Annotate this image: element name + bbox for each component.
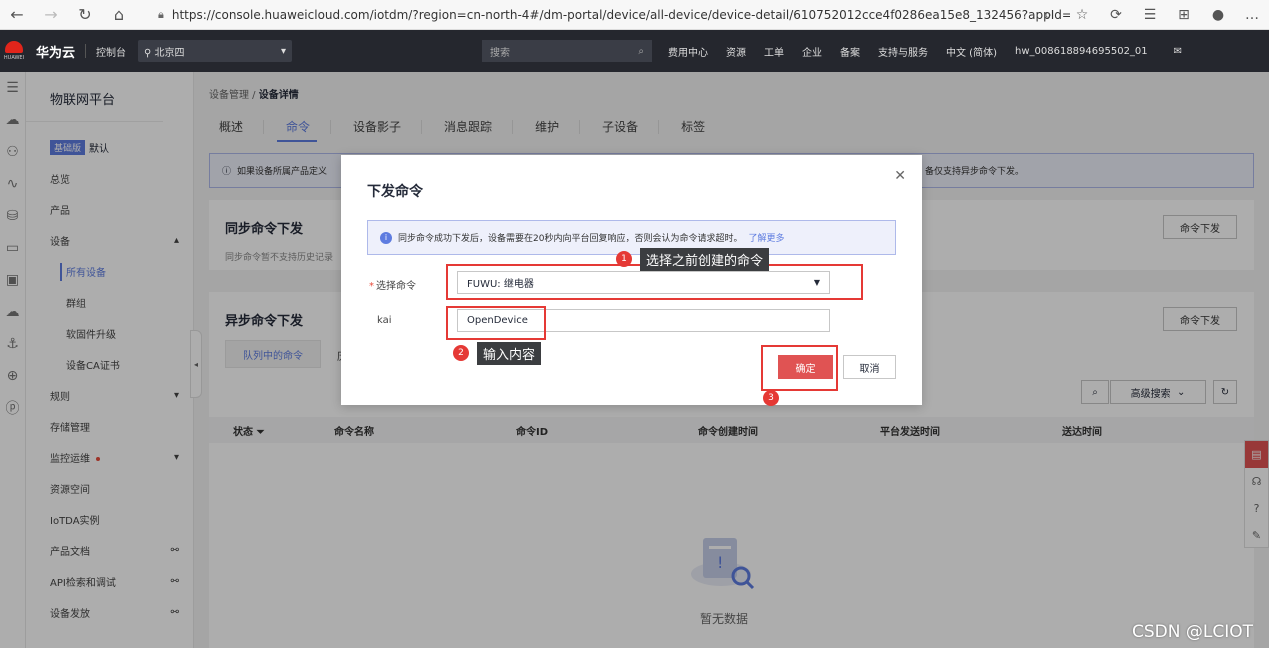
annotation-badge-1: 1	[616, 251, 632, 267]
watermark: CSDN @LCIOT	[1132, 622, 1253, 642]
search-input[interactable]: 搜索 ⌕	[482, 40, 652, 62]
mail-icon[interactable]: ✉	[1174, 46, 1182, 57]
select-command-label: * 选择命令	[369, 281, 416, 292]
browser-toolbar: ← → ↻ ⌂ 🔒︎ https://console.huaweicloud.c…	[0, 0, 1269, 30]
menu-enterprise[interactable]: 企业	[802, 44, 822, 59]
dialog-title: 下发命令	[367, 184, 423, 200]
dialog-info-text: 同步命令成功下发后，设备需要在20秒内向平台回复响应，否则会认为命令请求超时。	[398, 234, 743, 244]
menu-support[interactable]: 支持与服务	[878, 44, 928, 59]
region-label: 北京四	[154, 47, 185, 59]
annotation-box-input	[446, 306, 546, 340]
annotation-callout-1: 选择之前创建的命令	[640, 248, 770, 271]
menu-icp[interactable]: 备案	[840, 44, 860, 59]
address-bar[interactable]: 🔒︎ https://console.huaweicloud.com/iotdm…	[150, 3, 1070, 27]
favorites-icon[interactable]: ☰	[1133, 7, 1167, 23]
menu-resources[interactable]: 资源	[726, 44, 746, 59]
menu-billing[interactable]: 费用中心	[668, 44, 708, 59]
favorite-icon[interactable]: ☆	[1065, 7, 1099, 23]
annotation-box-confirm	[761, 345, 838, 391]
annotation-badge-2: 2	[453, 345, 469, 361]
location-icon: ⚲	[144, 47, 152, 59]
menu-language[interactable]: 中文 (简体)	[946, 44, 997, 59]
zoom-icon[interactable]: ⌕	[1031, 7, 1065, 23]
brand-name[interactable]: 华为云	[36, 42, 75, 61]
console-topbar: HUAWEI 华为云 控制台 ⚲ 北京四 ▾ 搜索 ⌕ 费用中心 资源 工单 企…	[0, 30, 1269, 72]
cancel-button[interactable]: 取消	[843, 355, 896, 379]
huawei-logo[interactable]: HUAWEI	[0, 30, 28, 72]
back-icon[interactable]: ←	[0, 5, 34, 24]
menu-account[interactable]: hw_008618894695502_01	[1015, 46, 1148, 57]
home-icon[interactable]: ⌂	[102, 5, 136, 24]
info-icon: i	[380, 231, 392, 244]
top-menu: 费用中心 资源 工单 企业 备案 支持与服务 中文 (简体) hw_008618…	[668, 30, 1200, 72]
reload-icon[interactable]: ↻	[68, 5, 102, 24]
collections-icon[interactable]: ⊞	[1167, 7, 1201, 23]
forward-icon[interactable]: →	[34, 5, 68, 24]
profile-icon[interactable]: ●	[1201, 7, 1235, 23]
extensions-icon[interactable]: ⟳	[1099, 7, 1133, 23]
url-text: https://console.huaweicloud.com/iotdm/?r…	[171, 8, 1070, 22]
logo-text: HUAWEI	[3, 55, 25, 61]
search-placeholder: 搜索	[490, 47, 510, 59]
lock-icon: 🔒︎	[158, 8, 164, 21]
annotation-badge-3: 3	[763, 390, 779, 406]
more-icon[interactable]: …	[1235, 7, 1269, 23]
console-link[interactable]: 控制台	[96, 44, 126, 59]
learn-more-link[interactable]: 了解更多	[748, 231, 784, 244]
dialog-info-banner: i 同步命令成功下发后，设备需要在20秒内向平台回复响应，否则会认为命令请求超时…	[367, 220, 896, 255]
annotation-callout-2: 输入内容	[477, 342, 542, 365]
search-icon: ⌕	[638, 45, 644, 57]
chevron-down-icon: ▾	[280, 45, 287, 57]
close-icon[interactable]: ✕	[894, 168, 906, 184]
menu-tickets[interactable]: 工单	[764, 44, 784, 59]
region-selector[interactable]: ⚲ 北京四 ▾	[138, 40, 293, 62]
param-label: kai	[377, 315, 392, 326]
